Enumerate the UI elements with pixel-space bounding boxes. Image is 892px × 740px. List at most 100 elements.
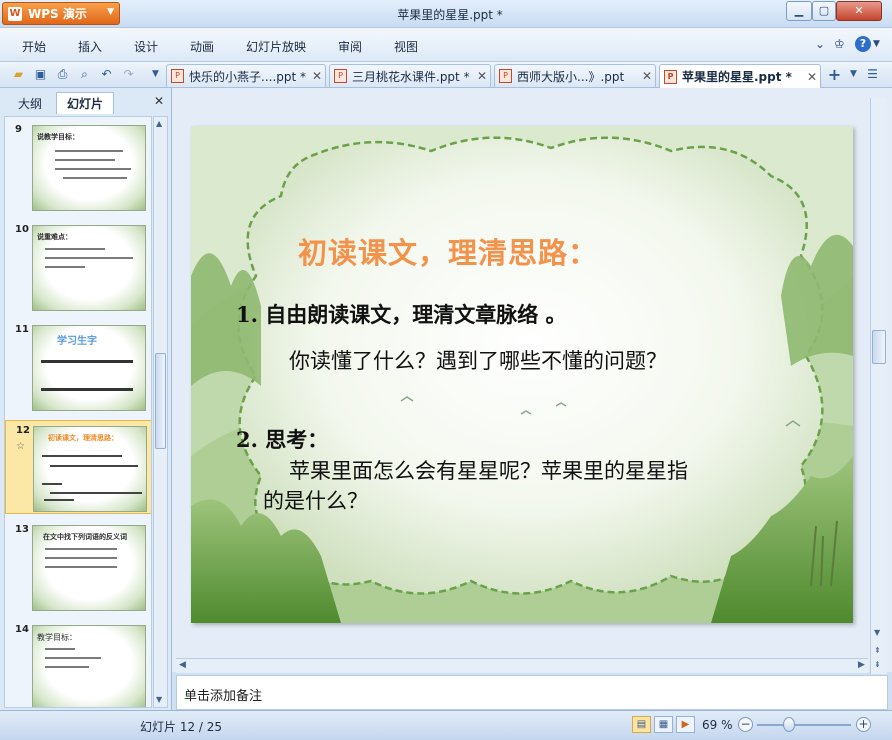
ppt-file-icon: P — [171, 69, 184, 83]
thumbnail-image: 在文中找下列词语的反义词 — [32, 525, 146, 611]
thumbnail-image: 学习生字 — [32, 325, 146, 411]
doc-tab-3[interactable]: P 西师大版小...》.ppt ✕ — [494, 64, 656, 87]
close-panel-icon[interactable]: ✕ — [154, 94, 164, 108]
scroll-up-icon[interactable]: ▲ — [156, 119, 162, 128]
slide-number: 11 — [15, 324, 29, 335]
slide-horizontal-scrollbar[interactable]: ◀ ▶ — [176, 658, 868, 673]
thumbnail-image: 说重难点： — [32, 225, 146, 311]
ppt-file-icon: P — [664, 69, 677, 84]
ppt-file-icon: P — [499, 69, 512, 83]
slideshow-view-icon[interactable]: ▶ — [676, 716, 695, 733]
slide-title: 初读课文，理清思路： — [298, 236, 599, 270]
minimize-button[interactable]: ▁ — [786, 1, 812, 21]
tab-list-dropdown-icon[interactable]: ▼ — [845, 66, 862, 83]
close-tab-icon[interactable]: ✕ — [309, 69, 325, 83]
zoom-slider-track[interactable] — [757, 724, 851, 726]
zoom-level[interactable]: 69 % — [702, 718, 733, 732]
doc-tab-label: 三月桃花水课件.ppt * — [352, 69, 470, 84]
notes-pane[interactable]: 单击添加备注 — [176, 675, 888, 710]
slide-sorter-view-icon[interactable]: ▦ — [654, 716, 673, 733]
thumbnail-image: 教学目标： — [32, 625, 146, 707]
panel-tabs: 大纲 幻灯片 — [4, 92, 170, 114]
slide-number: 14 — [15, 624, 29, 635]
previous-slide-icon[interactable]: ⇞ — [874, 646, 881, 655]
animation-star-icon: ☆ — [16, 441, 25, 452]
zoom-in-button[interactable]: + — [856, 717, 871, 732]
slide-number: 12 — [16, 425, 30, 436]
scroll-down-icon[interactable]: ▼ — [156, 695, 162, 704]
slide-vertical-scrollbar[interactable]: ▼ ⇞ ⇟ — [870, 98, 887, 674]
scroll-right-icon[interactable]: ▶ — [858, 660, 865, 670]
current-slide[interactable]: 初读课文，理清思路： 1. 自由朗读课文，理清文章脉络 。 你读懂了什么？遇到了… — [191, 126, 853, 623]
status-bar: 幻灯片 12 / 25 ▤ ▦ ▶ 69 % − + — [0, 710, 892, 740]
thumbnail-image: 说教学目标： — [32, 125, 146, 211]
wps-app-menu-button[interactable]: W WPS 演示 ▼ — [2, 2, 120, 25]
close-window-button[interactable]: ✕ — [836, 1, 882, 21]
tab-outline[interactable]: 大纲 — [8, 92, 52, 114]
menu-bar: 开始 插入 设计 动画 幻灯片放映 审阅 视图 ⌄ ♔ ? ▼ — [0, 28, 892, 62]
tab-slides[interactable]: 幻灯片 — [56, 92, 114, 114]
menu-item-review[interactable]: 审阅 — [338, 38, 362, 55]
save-icon[interactable]: ▣ — [32, 66, 49, 83]
help-icon[interactable]: ? — [855, 36, 871, 52]
scrollbar-thumb[interactable] — [872, 330, 886, 364]
slide-thumbnail-11[interactable]: 11 学习生字 — [5, 320, 151, 414]
close-tab-icon[interactable]: ✕ — [804, 70, 820, 84]
slide-thumbnail-10[interactable]: 10 说重难点： — [5, 220, 151, 314]
thumbnail-title: 学习生字 — [57, 336, 97, 347]
slide-counter: 幻灯片 12 / 25 — [140, 720, 223, 734]
slide-thumbnail-9[interactable]: 9 说教学目标： — [5, 120, 151, 214]
scrollbar-thumb[interactable] — [155, 353, 166, 449]
zoom-slider-knob[interactable] — [783, 717, 795, 732]
menu-item-view[interactable]: 视图 — [394, 38, 418, 55]
slide-number: 13 — [15, 524, 29, 535]
notes-placeholder: 单击添加备注 — [184, 689, 263, 704]
new-tab-icon[interactable]: + — [826, 66, 843, 83]
undo-icon[interactable]: ↶ — [98, 66, 115, 83]
menu-item-animation[interactable]: 动画 — [190, 38, 214, 55]
open-folder-icon[interactable]: ▰ — [10, 66, 27, 83]
tab-layout-icon[interactable]: ☰ — [864, 66, 881, 83]
doc-tab-label: 快乐的小燕子....ppt * — [189, 69, 307, 84]
slide-thumbnail-12-selected[interactable]: 12 ☆ 初读课文，理清思路： — [5, 420, 151, 514]
customize-toolbar-icon[interactable]: ▼ — [147, 66, 164, 83]
slide-text-line-4: 苹果里面怎么会有星星呢？苹果里的星星指 — [289, 459, 688, 483]
maximize-button[interactable]: ▢ — [812, 1, 836, 21]
menu-item-insert[interactable]: 插入 — [78, 38, 102, 55]
scroll-down-icon[interactable]: ▼ — [874, 628, 880, 637]
thumbnail-title: 说重难点： — [37, 233, 72, 241]
skin-icon[interactable]: ♔ — [834, 37, 845, 51]
doc-tab-1[interactable]: P 快乐的小燕子....ppt * ✕ — [166, 64, 326, 87]
redo-icon[interactable]: ↷ — [120, 66, 137, 83]
slide-text-line-5: 的是什么？ — [263, 489, 368, 513]
thumbnail-scrollbar[interactable]: ▲ ▼ — [153, 116, 168, 708]
slide-navigation-panel: 大纲 幻灯片 ✕ 9 说教学目标： 10 说重难点： 11 学习生字 12 ☆ … — [0, 88, 172, 710]
doc-tab-2[interactable]: P 三月桃花水课件.ppt * ✕ — [329, 64, 491, 87]
close-tab-icon[interactable]: ✕ — [474, 69, 490, 83]
doc-tab-label: 苹果里的星星.ppt * — [682, 70, 792, 84]
close-tab-icon[interactable]: ✕ — [639, 69, 655, 83]
doc-tab-4-active[interactable]: P 苹果里的星星.ppt * ✕ — [659, 64, 821, 88]
slide-thumbnail-14[interactable]: 14 教学目标： — [5, 620, 151, 707]
zoom-out-button[interactable]: − — [738, 717, 753, 732]
help-dropdown-icon[interactable]: ▼ — [873, 39, 880, 49]
print-icon[interactable]: ⎙ — [54, 66, 71, 83]
next-slide-icon[interactable]: ⇟ — [874, 660, 881, 669]
menu-item-design[interactable]: 设计 — [134, 38, 158, 55]
app-button-label: WPS 演示 — [28, 7, 87, 21]
chevron-down-icon: ▼ — [107, 7, 114, 17]
menu-item-slideshow[interactable]: 幻灯片放映 — [246, 38, 306, 55]
slide-text-line-3: 2. 思考： — [236, 427, 329, 452]
normal-view-icon[interactable]: ▤ — [632, 716, 651, 733]
ribbon-collapse-icon[interactable]: ⌄ — [815, 37, 825, 51]
thumbnail-title: 教学目标： — [37, 633, 77, 642]
menu-item-home[interactable]: 开始 — [22, 38, 46, 55]
thumbnail-title: 在文中找下列词语的反义词 — [43, 533, 127, 541]
ppt-file-icon: P — [334, 69, 347, 83]
slide-text-line-2: 你读懂了什么？遇到了哪些不懂的问题？ — [289, 349, 667, 373]
scroll-left-icon[interactable]: ◀ — [179, 660, 186, 670]
slide-thumbnail-13[interactable]: 13 在文中找下列词语的反义词 — [5, 520, 151, 614]
slide-thumbnail-list: 9 说教学目标： 10 说重难点： 11 学习生字 12 ☆ 初读课文，理清思路… — [4, 116, 152, 708]
print-preview-icon[interactable]: ⌕ — [76, 66, 93, 83]
quick-access-toolbar: ▰ ▣ ⎙ ⌕ ↶ ↷ ▼ P 快乐的小燕子....ppt * ✕ P 三月桃花… — [0, 62, 892, 88]
